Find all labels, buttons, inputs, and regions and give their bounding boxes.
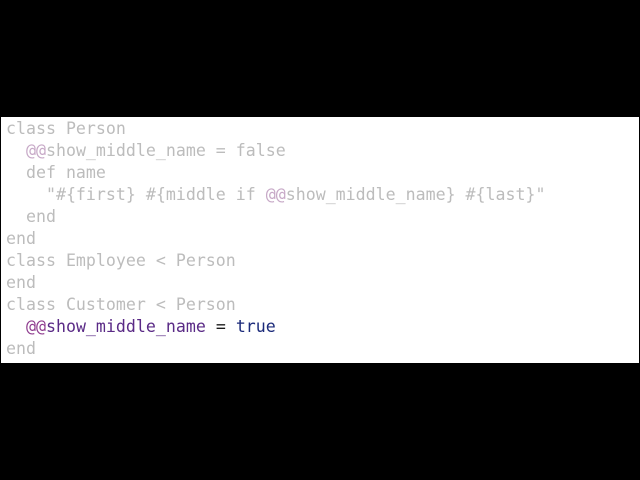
code-token: @@ [25,317,46,336]
code-token: end [6,207,56,226]
code-line-highlighted: @@show_middle_name = true [6,316,545,338]
code-panel: class Person @@show_middle_name = false … [1,117,639,363]
code-token: end [6,339,36,358]
code-token: show_middle_name = false [45,141,286,160]
code-line: "#{first} #{middle if @@show_middle_name… [6,184,546,206]
code-token: @@ [265,185,286,204]
code-line: class Person [6,118,545,140]
code-token: class Employee < Person [6,251,236,270]
code-line: end [6,206,545,228]
code-token: @@ [25,141,46,160]
slide-screen: class Person @@show_middle_name = false … [0,0,640,480]
code-token: def name [6,163,106,182]
code-line: def name [6,162,545,184]
code-line: class Customer < Person [6,294,545,316]
code-line: @@show_middle_name = false [6,140,545,162]
code-line: end [6,228,545,250]
code-token: class Customer < Person [6,295,236,314]
code-line: end [6,338,545,360]
code-token: show_middle_name [45,317,206,336]
code-line: end [6,272,545,294]
code-token: show_middle_name} #{last}" [285,185,546,204]
code-token: end [6,273,36,292]
code-token: "#{first} #{middle if [6,185,266,204]
code-token: end [6,229,36,248]
code-token: class Person [6,119,126,138]
code-token: = [205,317,236,336]
code-line: class Employee < Person [6,250,545,272]
code-block: class Person @@show_middle_name = false … [6,118,545,360]
code-token: true [235,317,276,336]
